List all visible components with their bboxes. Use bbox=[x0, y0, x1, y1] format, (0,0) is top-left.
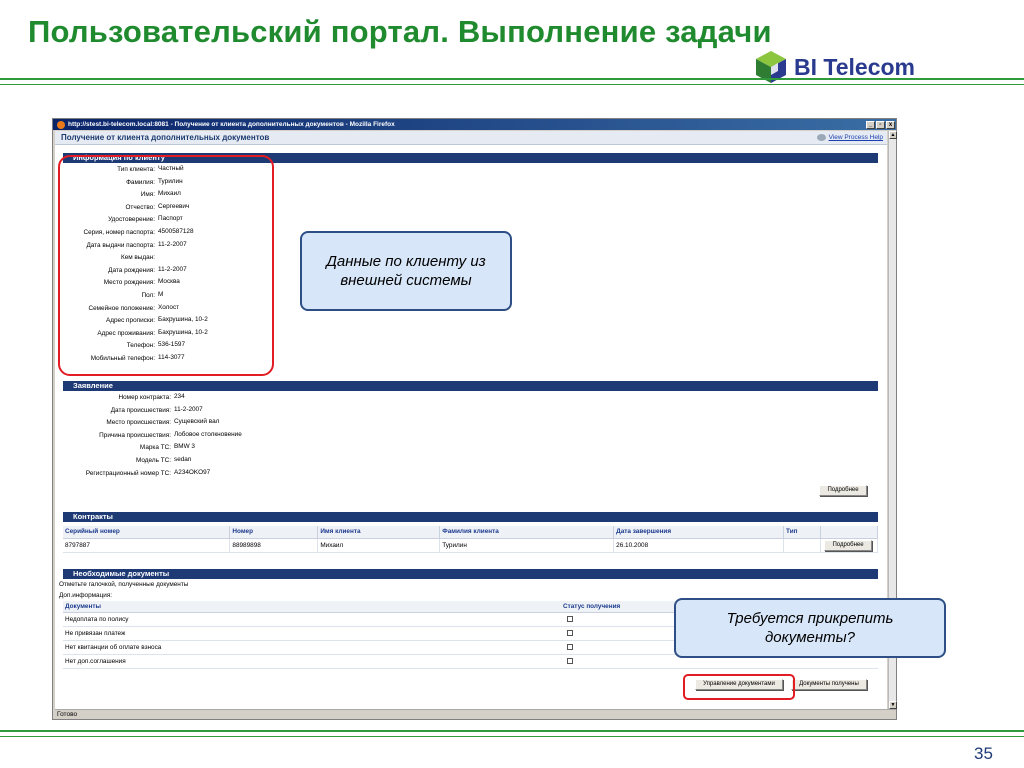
top-divider bbox=[0, 78, 1024, 80]
page-number: 35 bbox=[974, 744, 993, 763]
bi-telecom-logo: BI Telecom bbox=[750, 48, 919, 86]
bottom-divider-thin bbox=[0, 736, 1024, 737]
contracts-section: Контракты Серийный номер Номер Имя клиен… bbox=[63, 512, 878, 553]
cell-end-date: 26.10.2008 bbox=[613, 538, 785, 553]
application-field-value: 234 bbox=[174, 393, 185, 400]
cell-serial: 8797887 bbox=[63, 538, 231, 553]
contracts-table: Серийный номер Номер Имя клиента Фамилия… bbox=[63, 526, 878, 553]
document-name: Нет доп.соглашения bbox=[65, 658, 126, 665]
contracts-header-row: Серийный номер Номер Имя клиента Фамилия… bbox=[63, 526, 878, 539]
application-field-value: Лобовое столкновение bbox=[174, 430, 242, 438]
application-field-label: Номер контракта: bbox=[118, 394, 172, 401]
help-icon bbox=[816, 134, 826, 141]
application-field-value: A234OKO97 bbox=[174, 468, 211, 476]
browser-title: http://stest.bi-telecom.local:8081 - Пол… bbox=[68, 121, 395, 128]
process-help-link[interactable]: View Process Help bbox=[816, 134, 883, 141]
cell-number: 88989898 bbox=[229, 538, 319, 553]
application-field-label: Место происшествия: bbox=[106, 419, 171, 427]
cell-client-name: Михаил bbox=[317, 538, 441, 553]
page-header: Получение от клиента дополнительных доку… bbox=[55, 131, 887, 145]
browser-titlebar: http://stest.bi-telecom.local:8081 - Пол… bbox=[53, 119, 896, 130]
cell-actions: Подробнее bbox=[820, 538, 878, 553]
close-button[interactable]: x bbox=[886, 120, 895, 129]
col-client-name: Имя клиента bbox=[317, 526, 441, 539]
document-received-checkbox[interactable] bbox=[567, 644, 573, 650]
slide-title: Пользовательский портал. Выполнение зада… bbox=[28, 14, 772, 49]
documents-received-button[interactable]: Документы получены bbox=[791, 679, 867, 690]
col-end-date: Дата завершения bbox=[613, 526, 785, 539]
logo-text: BI Telecom bbox=[794, 53, 915, 80]
application-details-button[interactable]: Подробнее bbox=[819, 485, 867, 496]
col-actions bbox=[820, 526, 878, 539]
application-field-value: 11-2-2007 bbox=[174, 405, 203, 413]
scroll-up-icon[interactable]: ▲ bbox=[889, 131, 897, 139]
bottom-divider bbox=[0, 730, 1024, 732]
table-row: 8797887 88989898 Михаил Турилин 26.10.20… bbox=[63, 538, 878, 553]
application-field-row: Модель ТС: sedan bbox=[63, 454, 878, 467]
application-field-value: sedan bbox=[174, 455, 192, 463]
col-documents: Документы bbox=[65, 603, 101, 610]
scroll-down-icon[interactable]: ▼ bbox=[889, 701, 897, 709]
browser-statusbar: Готово bbox=[55, 709, 896, 719]
attach-docs-callout: Требуется прикрепить документы? bbox=[674, 598, 946, 658]
application-field-label: Дата происшествия: bbox=[110, 406, 171, 414]
col-status: Статус получения bbox=[563, 603, 621, 610]
client-data-highlight bbox=[58, 155, 274, 376]
cell-client-surname: Турилин bbox=[439, 538, 615, 553]
application-field-row: Дата происшествия: 11-2-2007 bbox=[63, 404, 878, 417]
document-name: Недоплата по полису bbox=[65, 616, 129, 623]
application-fields: Номер контракта: 234 Дата происшествия: 11-… bbox=[63, 391, 878, 479]
maximize-button[interactable]: ▫ bbox=[876, 120, 885, 129]
document-received-checkbox[interactable] bbox=[567, 630, 573, 636]
manage-docs-highlight bbox=[683, 674, 795, 700]
cell-type bbox=[783, 538, 821, 553]
document-received-checkbox[interactable] bbox=[567, 658, 573, 664]
top-divider-thin bbox=[0, 84, 1024, 85]
col-type: Тип bbox=[783, 526, 821, 539]
application-header: Заявление bbox=[63, 381, 878, 391]
client-data-callout: Данные по клиенту из внешней системы bbox=[300, 231, 512, 311]
application-field-row: Номер контракта: 234 bbox=[63, 391, 878, 404]
application-field-row: Регистрационный номер ТС: A234OKO97 bbox=[63, 467, 878, 480]
document-name: Не привязан платеж bbox=[65, 630, 126, 637]
firefox-icon bbox=[57, 120, 65, 129]
application-field-label: Модель ТС: bbox=[135, 456, 171, 464]
col-client-surname: Фамилия клиента bbox=[439, 526, 615, 539]
application-field-value: Сущевский вал bbox=[174, 418, 220, 426]
application-field-label: Регистрационный номер ТС: bbox=[85, 469, 171, 477]
application-section: Заявление Номер контракта: 234 Дата происш… bbox=[63, 381, 878, 496]
application-field-row: Причина происшествия: Лобовое столкновени… bbox=[63, 429, 878, 442]
application-field-row: Место происшествия: Сущевский вал bbox=[63, 416, 878, 429]
col-number: Номер bbox=[229, 526, 319, 539]
application-field-label: Марка ТС: bbox=[139, 444, 171, 452]
contracts-header: Контракты bbox=[63, 512, 878, 522]
help-link-label[interactable]: View Process Help bbox=[829, 134, 883, 141]
documents-header: Необходимые документы bbox=[63, 569, 878, 579]
application-field-value: BMW 3 bbox=[174, 443, 195, 451]
minimize-button[interactable]: _ bbox=[866, 120, 875, 129]
document-received-checkbox[interactable] bbox=[567, 616, 573, 622]
documents-note: Отметьте галочкой, полученные документы bbox=[59, 581, 189, 588]
application-field-row: Марка ТС: BMW 3 bbox=[63, 441, 878, 454]
document-name: Нет квитанции об оплате взноса bbox=[65, 644, 162, 651]
col-serial: Серийный номер bbox=[63, 526, 231, 539]
page-title: Получение от клиента дополнительных доку… bbox=[61, 133, 270, 142]
contract-details-button[interactable]: Подробнее bbox=[824, 539, 872, 551]
application-field-label: Причина происшествия: bbox=[99, 431, 171, 439]
slide: Пользовательский портал. Выполнение зада… bbox=[0, 0, 1024, 768]
